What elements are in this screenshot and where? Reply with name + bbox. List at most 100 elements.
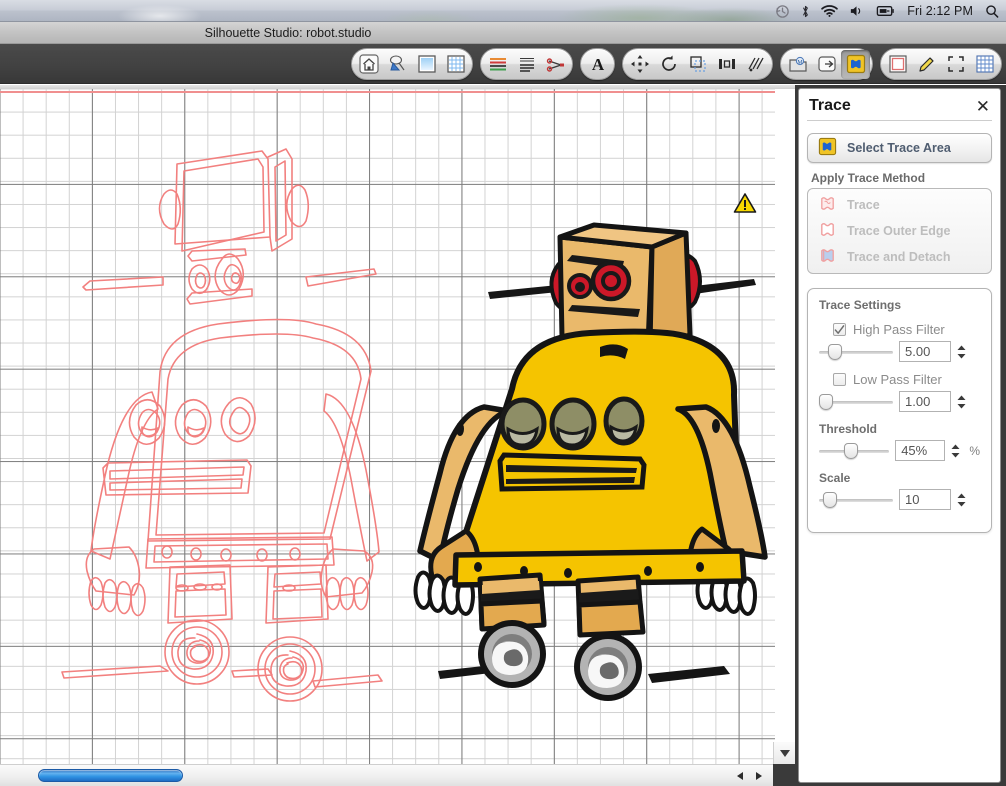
low-pass-filter-slider-knob[interactable]: [819, 393, 833, 410]
trace-outer-edge-label: Trace Outer Edge: [847, 224, 951, 238]
toolbar-group-text: A: [580, 48, 615, 80]
cut-settings-icon[interactable]: [541, 50, 570, 79]
grid-settings-icon[interactable]: [970, 50, 999, 79]
my-library-icon[interactable]: M: [783, 50, 812, 79]
threshold-stepper[interactable]: [951, 444, 961, 458]
low-pass-filter-slider[interactable]: [819, 393, 893, 410]
panel-header: Trace ✕: [807, 97, 992, 121]
menu-bar-clock[interactable]: Fri 2:12 PM: [907, 4, 973, 18]
svg-text:M: M: [797, 60, 803, 66]
high-pass-filter-value[interactable]: 5.00: [899, 341, 951, 362]
home-icon[interactable]: [354, 50, 383, 79]
threshold-slider-knob[interactable]: [844, 442, 858, 459]
close-icon[interactable]: ✕: [976, 98, 990, 115]
store-icon[interactable]: [812, 50, 841, 79]
menu-bar-status-items: Fri 2:12 PM: [775, 0, 1000, 21]
high-pass-filter-checkbox[interactable]: [833, 323, 846, 336]
trace-icon[interactable]: [841, 49, 870, 79]
trace-and-detach-label: Trace and Detach: [847, 250, 951, 264]
trace-method-icon: [818, 194, 837, 216]
stepper-down-icon: [957, 403, 966, 408]
trace-method-label: Trace: [847, 198, 880, 212]
panel-title: Trace: [809, 97, 851, 114]
move-icon[interactable]: [625, 50, 654, 79]
scale-stepper[interactable]: [957, 493, 968, 507]
trace-method-trace[interactable]: Trace: [808, 192, 991, 218]
canvas-artwork: [61, 148, 768, 702]
scale-slider[interactable]: [819, 491, 893, 508]
low-pass-filter-stepper[interactable]: [957, 395, 968, 409]
select-trace-area-button[interactable]: Select Trace Area: [807, 133, 992, 163]
scale-value[interactable]: 10: [899, 489, 951, 510]
threshold-label: Threshold: [819, 422, 878, 436]
select-trace-area-label: Select Trace Area: [847, 141, 951, 155]
rotate-icon[interactable]: [654, 50, 683, 79]
pen-color-icon[interactable]: [912, 50, 941, 79]
low-pass-filter-checkbox-row[interactable]: Low Pass Filter: [833, 372, 980, 387]
high-pass-filter-slider[interactable]: [819, 343, 893, 360]
page-setup-icon[interactable]: [883, 50, 912, 79]
trace-settings-title: Trace Settings: [819, 298, 902, 312]
trace-method-list: Trace Trace Outer Edge Trace and Detach: [807, 188, 992, 274]
window-resize-grip[interactable]: [773, 742, 795, 764]
grid-page-icon[interactable]: [441, 50, 470, 79]
high-pass-filter-label: High Pass Filter: [853, 322, 945, 337]
apply-trace-method-label: Apply Trace Method: [811, 171, 926, 185]
window-title-bar[interactable]: Silhouette Studio: robot.studio: [0, 22, 1006, 44]
replicate-icon[interactable]: [741, 50, 770, 79]
trace-outer-edge-icon: [818, 220, 837, 242]
high-pass-filter-checkbox-row[interactable]: High Pass Filter: [833, 322, 980, 337]
trace-method-and-detach[interactable]: Trace and Detach: [808, 244, 991, 270]
time-machine-icon[interactable]: [775, 0, 790, 21]
horizontal-scrollbar[interactable]: [0, 764, 795, 786]
scale-icon[interactable]: [683, 50, 712, 79]
bluetooth-icon[interactable]: [801, 0, 810, 21]
traced-robot-outline: [61, 148, 383, 702]
stepper-down-icon: [951, 452, 960, 457]
threshold-unit: %: [969, 443, 980, 458]
toolbar-group-pages: [351, 48, 473, 80]
threshold-slider[interactable]: [819, 442, 890, 459]
toolbar-group-transform: [622, 48, 773, 80]
volume-icon[interactable]: [849, 0, 864, 21]
toolbar-group-page-tools: [880, 48, 1002, 80]
scale-row: 10: [819, 489, 980, 510]
trace-and-detach-icon: [818, 246, 837, 268]
trace-method-outer-edge[interactable]: Trace Outer Edge: [808, 218, 991, 244]
scroll-left-arrow-icon: [736, 772, 743, 780]
canvas-area[interactable]: [0, 85, 795, 786]
main-toolbar: A M: [0, 44, 1006, 84]
stepper-up-icon: [957, 395, 966, 400]
align-icon[interactable]: [712, 50, 741, 79]
low-pass-filter-checkbox[interactable]: [833, 373, 846, 386]
trace-area-icon: [818, 137, 837, 159]
scale-label: Scale: [819, 471, 851, 485]
design-canvas[interactable]: [0, 89, 775, 786]
wifi-icon[interactable]: [821, 0, 839, 21]
line-style-icon[interactable]: [483, 50, 512, 79]
text-style-icon[interactable]: [512, 50, 541, 79]
high-pass-filter-stepper[interactable]: [957, 345, 968, 359]
low-pass-filter-row: 1.00: [819, 391, 980, 412]
spotlight-search-icon[interactable]: [984, 0, 1000, 21]
text-tool-icon[interactable]: A: [583, 50, 612, 79]
stepper-up-icon: [957, 345, 966, 350]
trace-panel: Trace ✕ Select Trace Area Apply Trace Me…: [795, 85, 1006, 786]
low-pass-filter-label: Low Pass Filter: [853, 372, 942, 387]
registration-marks-icon[interactable]: [941, 50, 970, 79]
low-pass-filter-value[interactable]: 1.00: [899, 391, 951, 412]
scrollbar-corner: [773, 764, 795, 786]
mac-menu-bar: Fri 2:12 PM: [0, 0, 1006, 22]
horizontal-scroll-arrows[interactable]: [731, 765, 767, 786]
silhouette-studio-window: Fri 2:12 PM Silhouette Studio: robot.stu…: [0, 0, 1006, 786]
high-pass-filter-slider-knob[interactable]: [828, 343, 842, 360]
threshold-value[interactable]: 45%: [895, 440, 945, 461]
scale-slider-knob[interactable]: [823, 491, 837, 508]
display-icon[interactable]: [875, 0, 896, 21]
cut-page-icon[interactable]: [412, 50, 441, 79]
horizontal-scroll-thumb[interactable]: [38, 769, 183, 782]
design-page-icon[interactable]: [383, 50, 412, 79]
window-title: Silhouette Studio: robot.studio: [204, 25, 372, 40]
checkmark-icon: [834, 324, 845, 334]
warning-triangle-icon[interactable]: [733, 192, 757, 219]
